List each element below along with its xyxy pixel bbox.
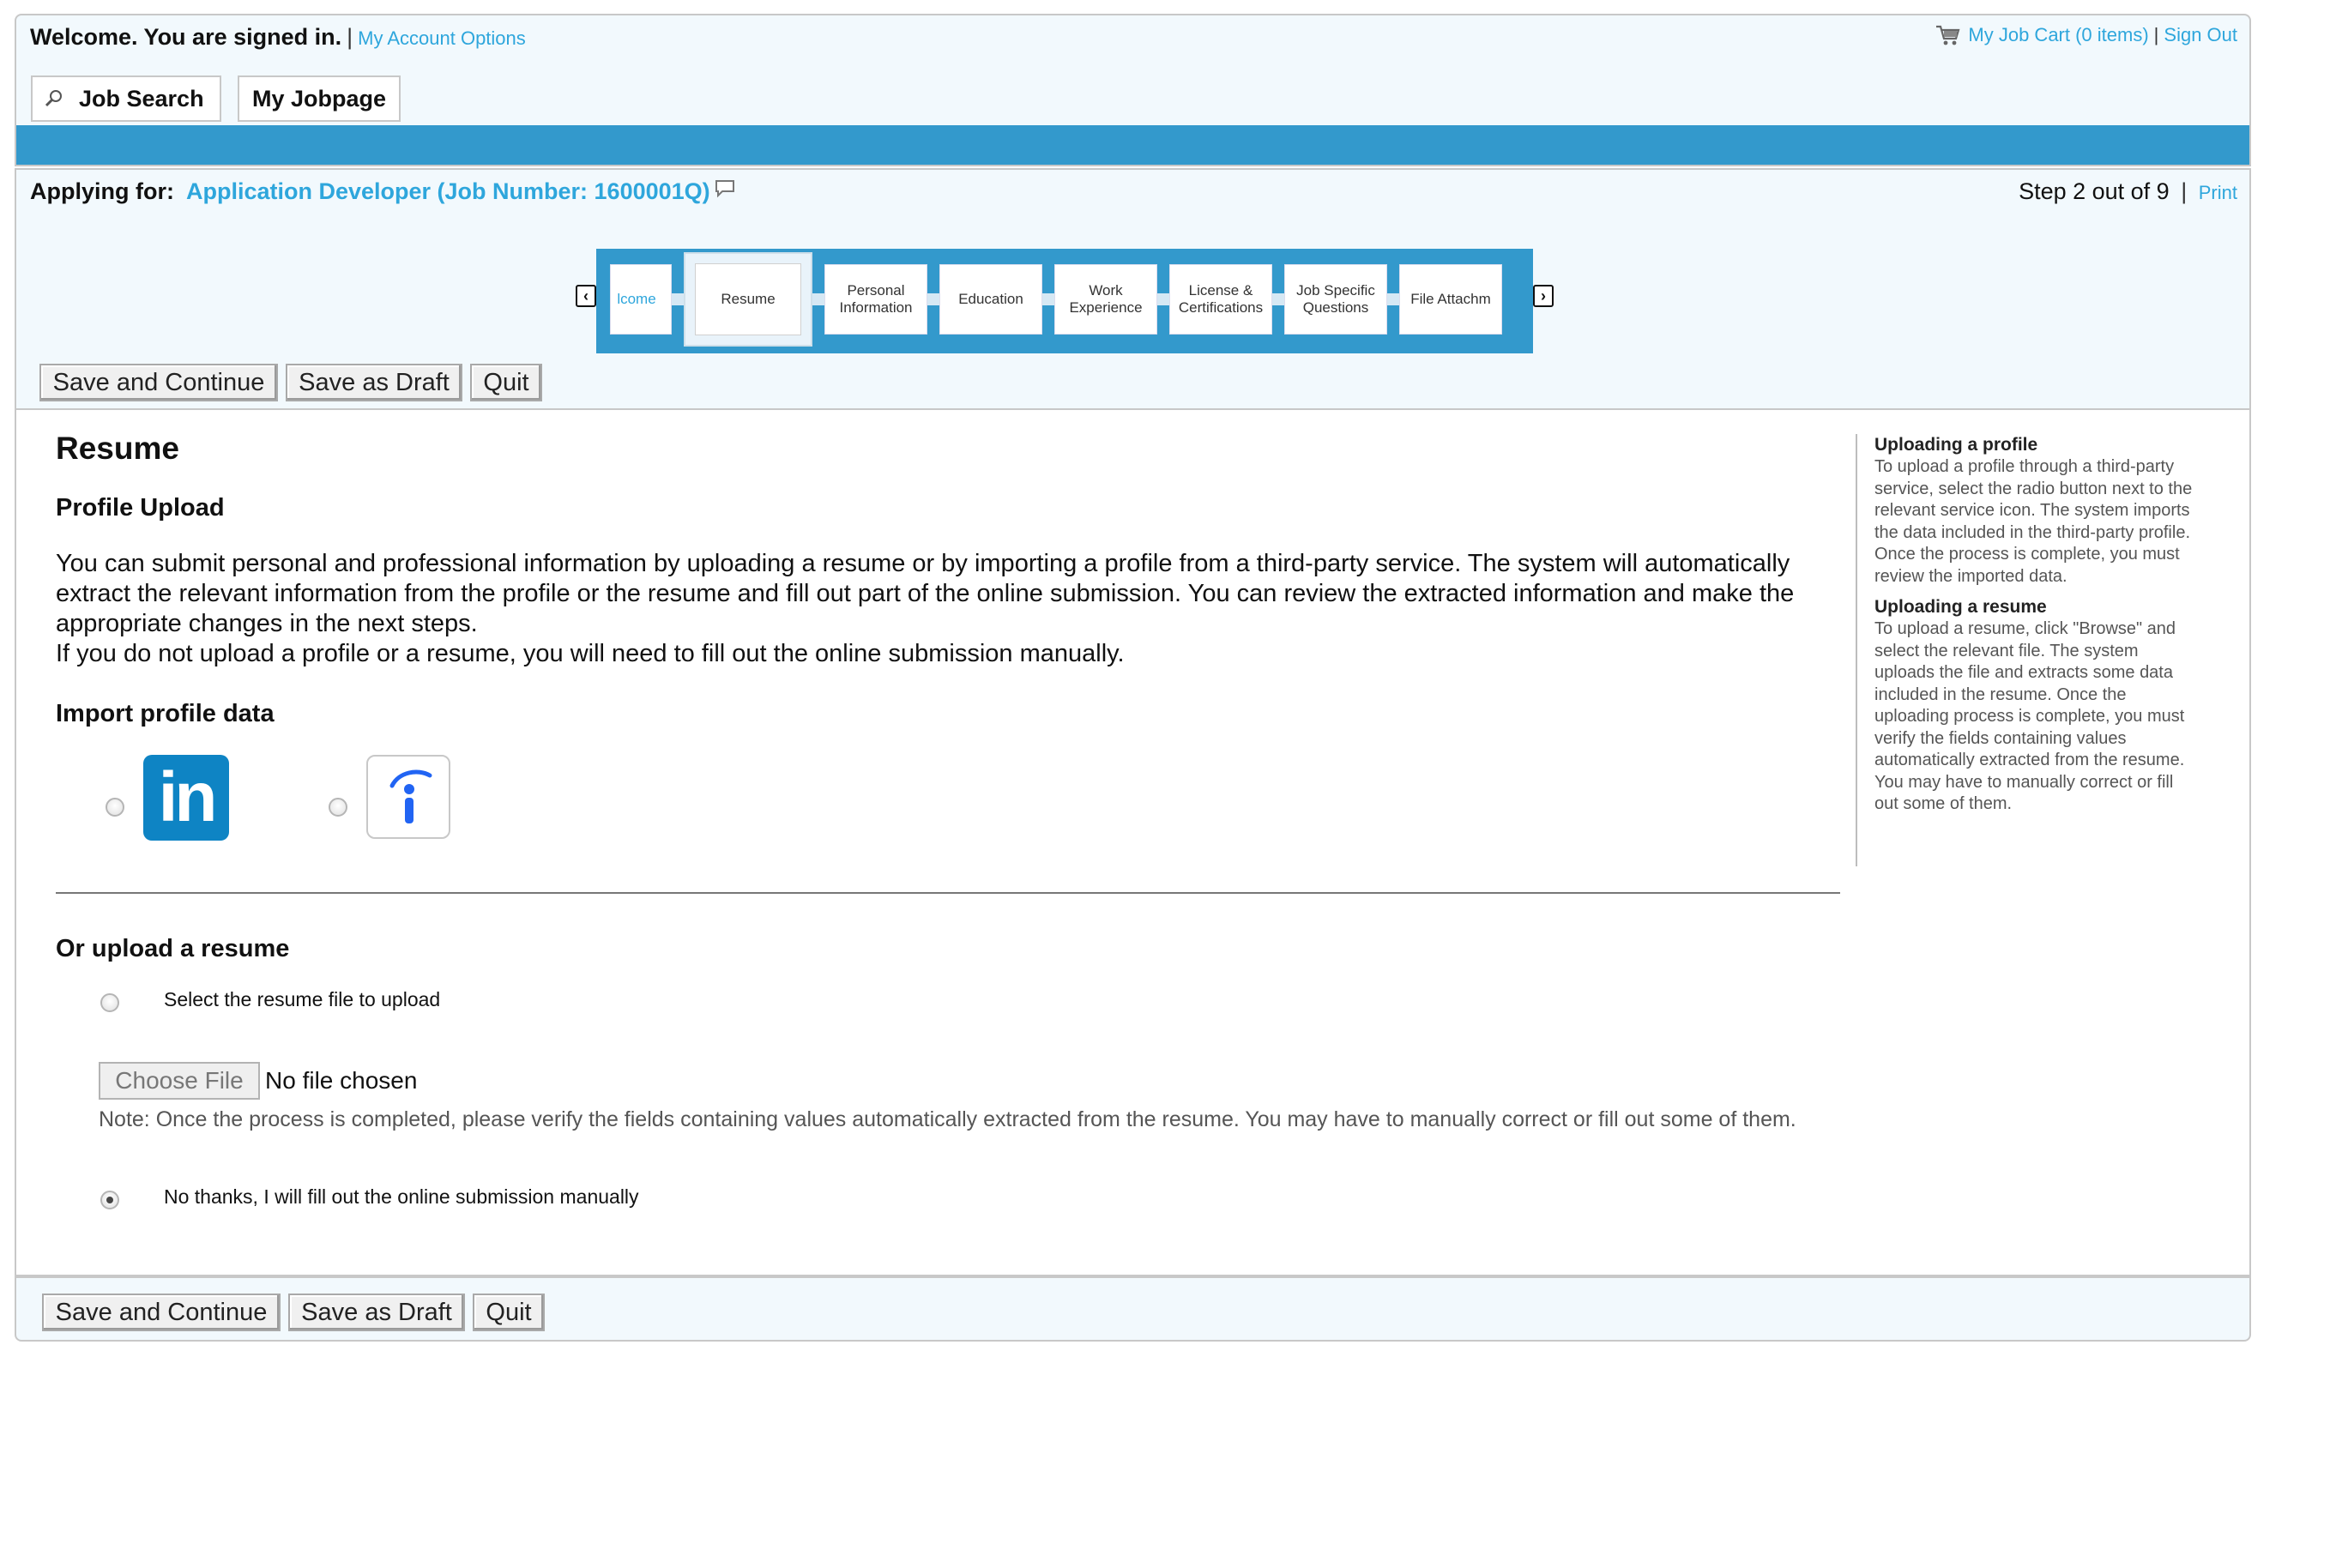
job-title-link[interactable]: Application Developer (Job Number: 16000… bbox=[186, 178, 710, 204]
manual-entry-radio[interactable] bbox=[100, 1191, 119, 1209]
save-as-draft-button[interactable]: Save as Draft bbox=[288, 1294, 465, 1331]
page-title: Resume bbox=[56, 431, 179, 466]
profile-upload-title: Profile Upload bbox=[56, 494, 225, 522]
step-resume[interactable]: Resume bbox=[684, 252, 812, 347]
step-label: Personal Information bbox=[839, 281, 913, 316]
tab-job-search[interactable]: Job Search bbox=[31, 75, 221, 122]
separator: | bbox=[2181, 178, 2188, 204]
tab-my-jobpage[interactable]: My Jobpage bbox=[238, 75, 401, 122]
tab-job-search-label: Job Search bbox=[79, 85, 204, 112]
quit-button[interactable]: Quit bbox=[473, 1294, 545, 1331]
step-connector bbox=[1042, 293, 1054, 305]
welcome-area: Welcome. You are signed in. | My Account O… bbox=[30, 24, 526, 51]
upload-resume-radio[interactable] bbox=[100, 993, 119, 1012]
step-connector bbox=[927, 293, 939, 305]
upload-note: Note: Once the process is completed, ple… bbox=[99, 1107, 1796, 1131]
tab-my-jobpage-label: My Jobpage bbox=[251, 85, 387, 112]
help-resume-title: Uploading a resume bbox=[1874, 597, 2047, 617]
import-profile-title: Import profile data bbox=[56, 700, 275, 727]
save-as-draft-button[interactable]: Save as Draft bbox=[286, 364, 462, 401]
upload-resume-title: Or upload a resume bbox=[56, 935, 290, 962]
step-license-certifications[interactable]: License & Certifications bbox=[1169, 264, 1272, 335]
stepper-next-arrow-icon[interactable]: › bbox=[1533, 285, 1554, 307]
site-header: Welcome. You are signed in. | My Account O… bbox=[15, 14, 2251, 166]
separator: | bbox=[2153, 24, 2159, 45]
footer-actions: Save and Continue Save as Draft Quit bbox=[15, 1275, 2251, 1342]
step-label: Resume bbox=[721, 290, 776, 307]
linkedin-radio[interactable] bbox=[106, 798, 124, 817]
step-connector bbox=[672, 293, 684, 305]
step-file-attachments[interactable]: File Attachm bbox=[1399, 264, 1502, 335]
save-and-continue-button[interactable]: Save and Continue bbox=[42, 1294, 281, 1331]
step-education[interactable]: Education bbox=[939, 264, 1042, 335]
indeed-icon[interactable] bbox=[366, 755, 450, 839]
linkedin-icon[interactable]: in bbox=[143, 755, 229, 841]
stepper-prev-arrow-icon[interactable]: ‹ bbox=[576, 285, 596, 307]
upload-resume-label: Select the resume file to upload bbox=[164, 988, 441, 1010]
help-sidebar: Uploading a profile To upload a profile … bbox=[1856, 434, 2199, 866]
magnifier-icon bbox=[45, 90, 62, 107]
section-divider bbox=[56, 892, 1840, 894]
help-profile-title: Uploading a profile bbox=[1874, 435, 2038, 455]
manual-entry-label: No thanks, I will fill out the online su… bbox=[164, 1185, 639, 1208]
header-accent-bar bbox=[16, 125, 2249, 165]
indeed-radio[interactable] bbox=[329, 798, 347, 817]
welcome-text: Welcome. You are signed in. bbox=[30, 24, 342, 50]
step-connector bbox=[1387, 293, 1399, 305]
application-panel: Applying for: Application Developer (Job … bbox=[15, 168, 2251, 410]
step-label: Education bbox=[958, 290, 1023, 307]
step-counter: Step 2 out of 9 bbox=[2019, 178, 2170, 204]
print-link[interactable]: Print bbox=[2199, 182, 2237, 203]
step-work-experience[interactable]: Work Experience bbox=[1054, 264, 1157, 335]
step-label: License & Certifications bbox=[1178, 281, 1264, 316]
step-info: Step 2 out of 9 | Print bbox=[2019, 178, 2237, 205]
job-cart-link[interactable]: My Job Cart (0 items) bbox=[1968, 24, 2148, 46]
applying-for-label: Applying for: bbox=[30, 178, 174, 204]
linkedin-logo-text: in bbox=[158, 758, 218, 836]
shopping-cart-icon[interactable] bbox=[1935, 24, 1961, 46]
step-connector bbox=[1272, 293, 1284, 305]
step-label: Job Specific Questions bbox=[1296, 281, 1375, 316]
help-resume-text: To upload a resume, click "Browse" and s… bbox=[1874, 619, 2185, 813]
step-connector bbox=[1157, 293, 1169, 305]
step-welcome[interactable]: lcome bbox=[610, 264, 672, 335]
indeed-logo-mark bbox=[389, 769, 432, 823]
step-connector bbox=[812, 293, 824, 305]
progress-stepper: ‹ lcome Resume Personal Information Educ… bbox=[576, 249, 1554, 353]
quit-button[interactable]: Quit bbox=[470, 364, 542, 401]
step-job-specific-questions[interactable]: Job Specific Questions bbox=[1284, 264, 1387, 335]
separator: | bbox=[347, 24, 353, 50]
intro-text: You can submit personal and professional… bbox=[56, 549, 1840, 669]
help-profile-text: To upload a profile through a third-part… bbox=[1874, 457, 2193, 586]
stepper-steps: lcome Resume Personal Information Educat… bbox=[610, 250, 1519, 352]
user-links: My Job Cart (0 items) | Sign Out bbox=[1935, 24, 2237, 46]
sign-out-link[interactable]: Sign Out bbox=[2164, 24, 2237, 46]
step-personal-information[interactable]: Personal Information bbox=[824, 264, 927, 335]
intro-paragraph: If you do not upload a profile or a resu… bbox=[56, 640, 1125, 667]
applying-for: Applying for: Application Developer (Job … bbox=[30, 178, 736, 205]
intro-paragraph: You can submit personal and professional… bbox=[56, 550, 1795, 637]
resume-section: Resume Profile Upload You can submit per… bbox=[15, 410, 2251, 1275]
step-label: File Attachm bbox=[1410, 290, 1491, 307]
file-status: No file chosen bbox=[265, 1067, 418, 1094]
my-account-options-link[interactable]: My Account Options bbox=[358, 27, 526, 49]
choose-file-button[interactable]: Choose File bbox=[99, 1062, 260, 1100]
step-label: Work Experience bbox=[1069, 281, 1143, 316]
comment-icon[interactable] bbox=[714, 178, 736, 199]
step-label: lcome bbox=[617, 290, 656, 307]
save-and-continue-button[interactable]: Save and Continue bbox=[39, 364, 278, 401]
